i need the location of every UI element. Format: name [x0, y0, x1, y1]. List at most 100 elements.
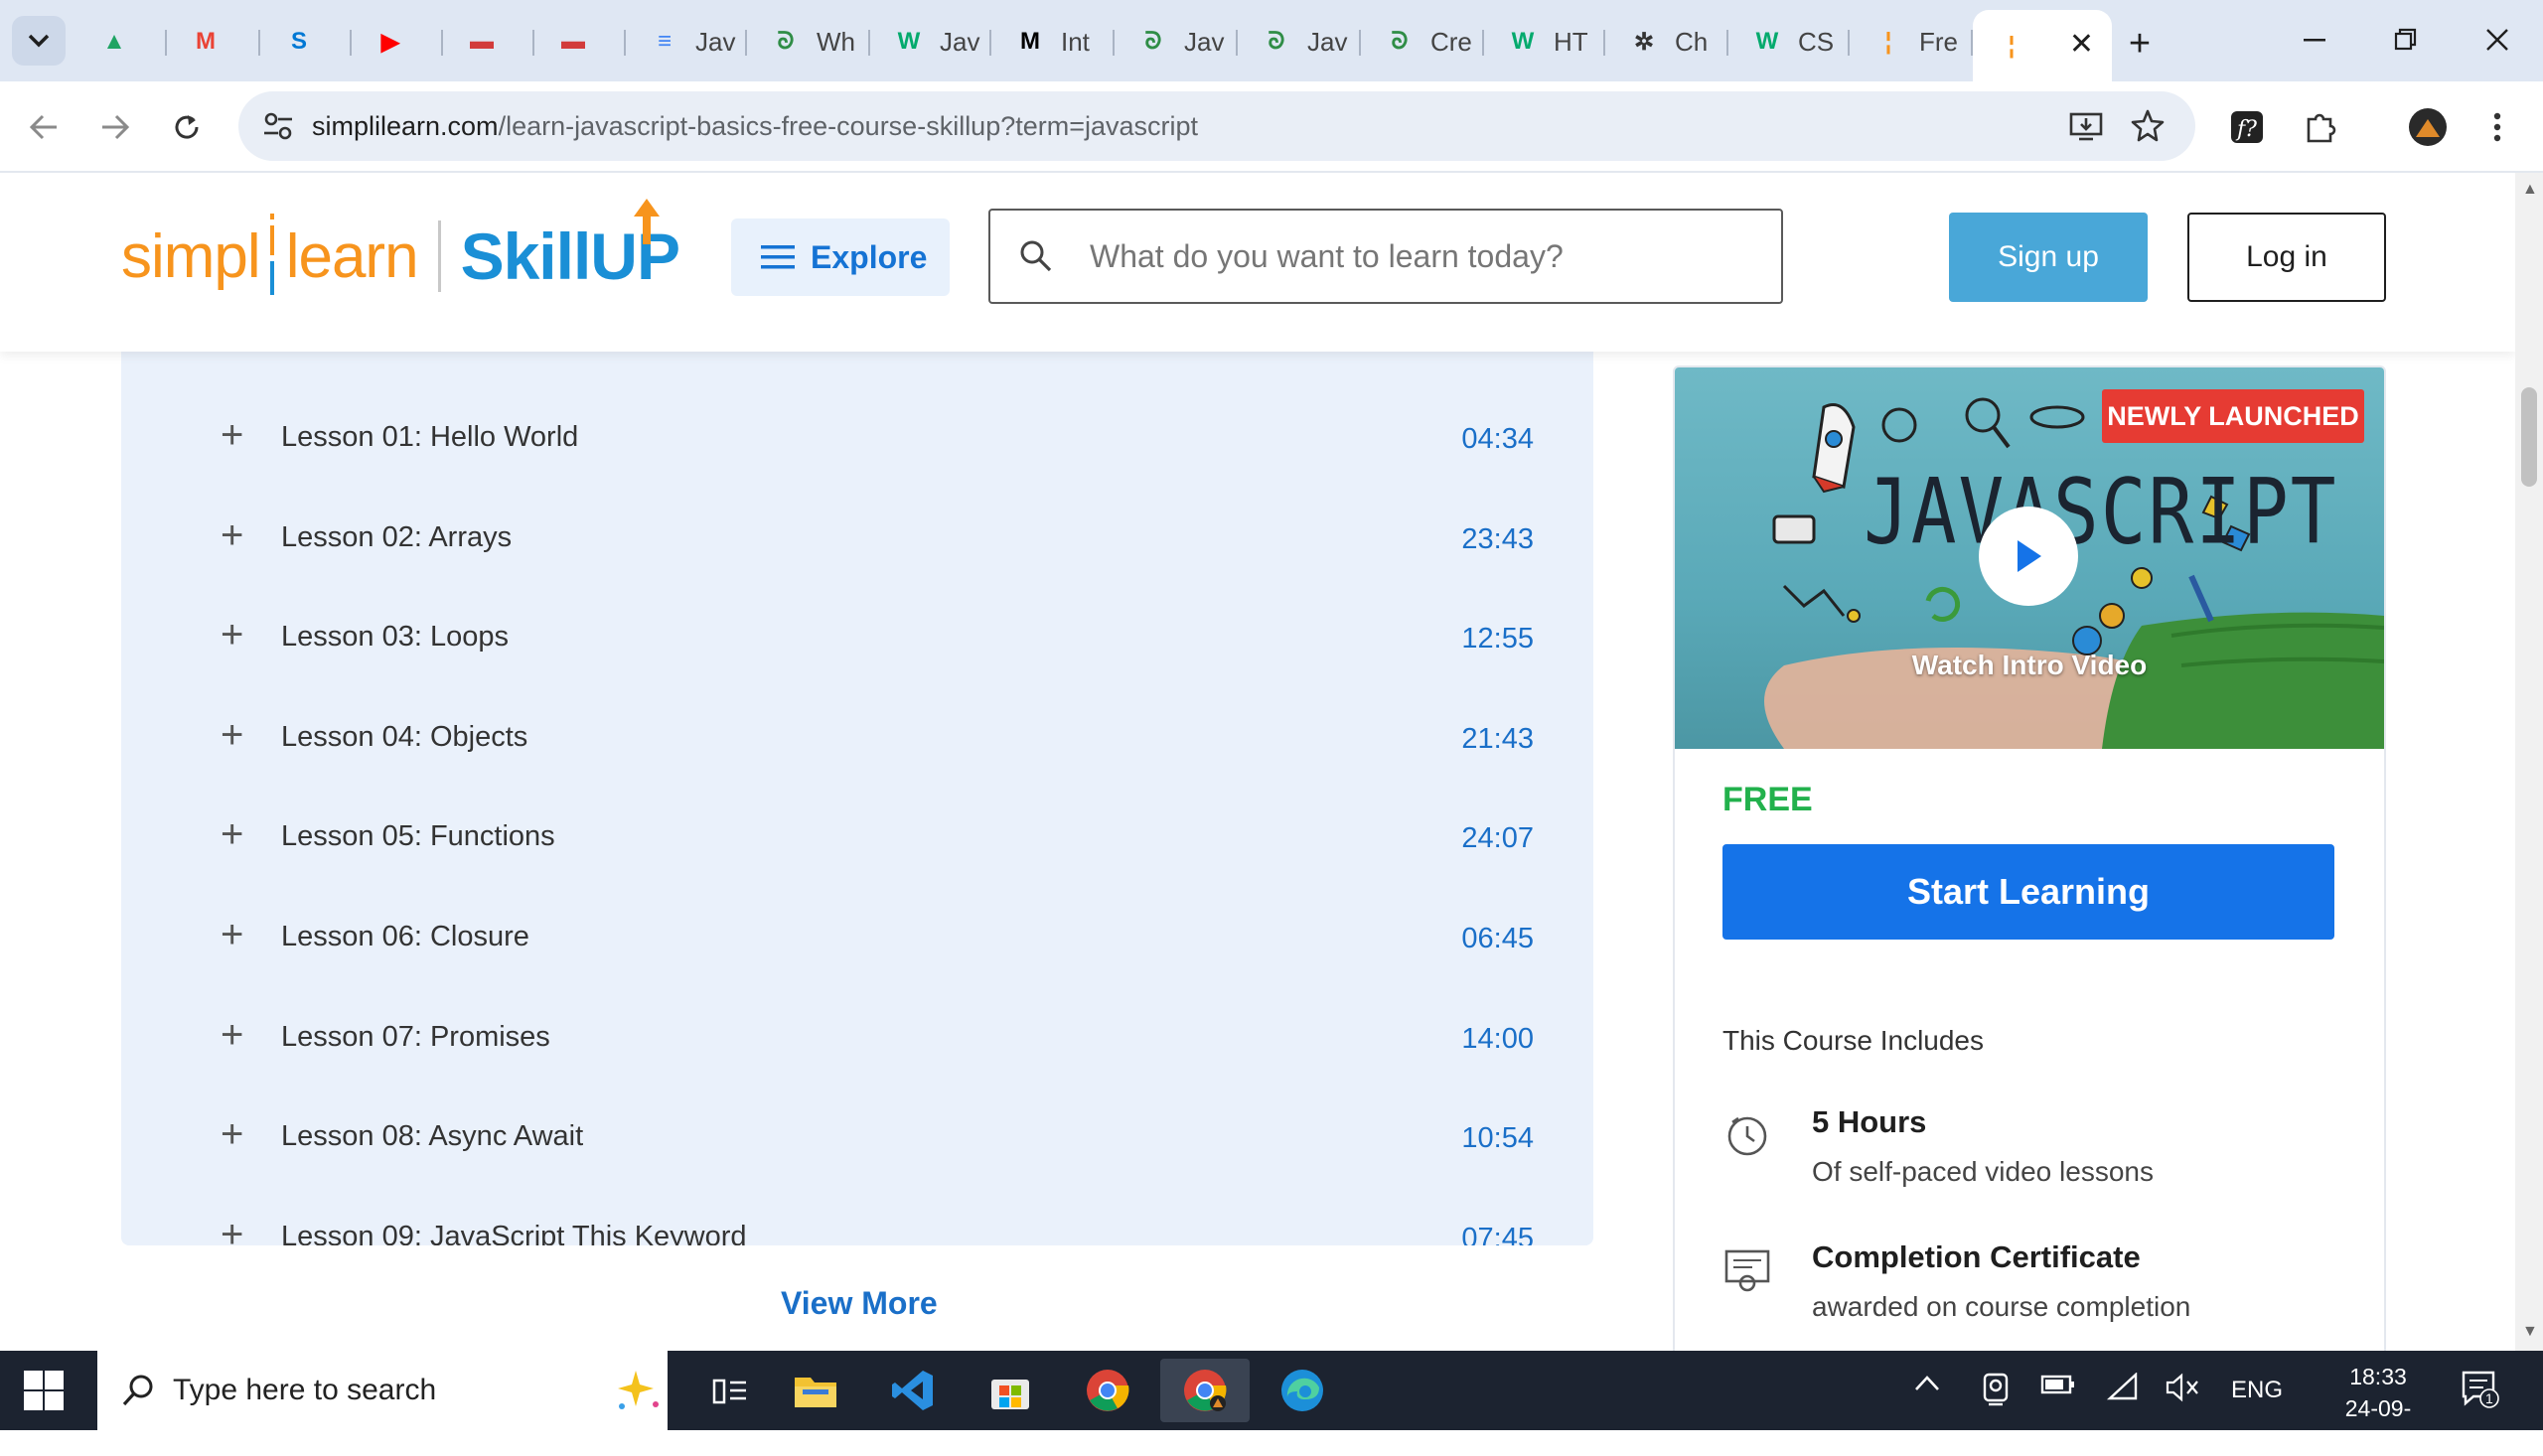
profile-avatar-button[interactable]: [2406, 105, 2450, 149]
lesson-title: Lesson 03: Loops: [281, 621, 509, 654]
network-status[interactable]: [2106, 1372, 2140, 1409]
new-tab-button[interactable]: +: [2116, 20, 2164, 68]
lesson-row[interactable]: + Lesson 05: Functions 24:07: [121, 806, 1593, 866]
expand-plus-icon[interactable]: +: [221, 1215, 243, 1245]
watch-intro-video-label[interactable]: Watch Intro Video: [1675, 650, 2384, 681]
reload-button[interactable]: [161, 101, 213, 153]
clock-time: 18:33: [2349, 1364, 2407, 1389]
tab-title: CS: [1798, 26, 1835, 57]
page-scrollbar[interactable]: ▲ ▼: [2515, 173, 2543, 1351]
lesson-title: Lesson 01: Hello World: [281, 421, 579, 453]
lesson-row[interactable]: + Lesson 04: Objects 21:43: [121, 707, 1593, 767]
site-info-icon[interactable]: [260, 108, 296, 144]
tab-title: HT: [1554, 26, 1588, 57]
edge-button[interactable]: [1258, 1359, 1347, 1422]
show-hidden-icons-button[interactable]: [1913, 1373, 1941, 1400]
signup-button[interactable]: Sign up: [1949, 213, 2148, 302]
bookmark-star-icon[interactable]: [2130, 108, 2166, 144]
expand-plus-icon[interactable]: +: [221, 915, 243, 954]
course-search-input[interactable]: What do you want to learn today?: [988, 209, 1783, 304]
browser-tab[interactable]: W CS: [1728, 14, 1850, 70]
notification-center-button[interactable]: 1: [2460, 1369, 2499, 1415]
expand-plus-icon[interactable]: +: [221, 1114, 243, 1154]
start-learning-button[interactable]: Start Learning: [1722, 844, 2334, 940]
view-more-link[interactable]: View More: [781, 1285, 938, 1322]
input-language[interactable]: ENG: [2231, 1377, 2283, 1404]
expand-plus-icon[interactable]: +: [221, 1015, 243, 1055]
volume-control[interactable]: [2166, 1373, 2201, 1409]
taskbar-search-placeholder: Type here to search: [173, 1374, 437, 1406]
url-text[interactable]: simplilearn.com/learn-javascript-basics-…: [312, 111, 1198, 142]
battery-status[interactable]: [2040, 1373, 2076, 1403]
task-view-button[interactable]: [685, 1359, 775, 1422]
browser-tab[interactable]: S: [260, 14, 352, 70]
browser-toolbar: simplilearn.com/learn-javascript-basics-…: [0, 81, 2543, 173]
address-bar[interactable]: simplilearn.com/learn-javascript-basics-…: [238, 91, 2195, 161]
browser-tab[interactable]: ᘐ Jav: [1238, 14, 1361, 70]
forward-button[interactable]: [89, 101, 141, 153]
browser-tab[interactable]: ¦ ✕: [1973, 10, 2112, 81]
intro-video-thumbnail[interactable]: JAVASCRIPT NEWLY LAUNCHED Watch Intro Vi…: [1675, 367, 2384, 749]
browser-tab[interactable]: ¦ Fre: [1850, 14, 1973, 70]
microsoft-store-button[interactable]: [966, 1359, 1055, 1422]
lesson-row[interactable]: + Lesson 02: Arrays 23:43: [121, 508, 1593, 567]
windows-start-icon[interactable]: [22, 1369, 66, 1412]
install-app-icon[interactable]: [2068, 108, 2104, 144]
taskbar-search-box[interactable]: Type here to search: [97, 1351, 668, 1430]
browser-tab[interactable]: ✲ Ch: [1605, 14, 1728, 70]
lesson-duration: 23:43: [1461, 522, 1534, 555]
browser-tab[interactable]: ▶: [352, 14, 443, 70]
simplilearn-skillup-logo[interactable]: simpl learn SkillUP: [121, 199, 680, 306]
site-icon: ▬: [561, 28, 585, 55]
restore-button[interactable]: [2370, 12, 2442, 68]
browser-menu-button[interactable]: [2475, 105, 2519, 149]
expand-plus-icon[interactable]: +: [221, 415, 243, 455]
browser-tab[interactable]: ᘐ Jav: [1115, 14, 1238, 70]
play-button[interactable]: [1979, 507, 2078, 606]
scrollbar-thumb[interactable]: [2521, 387, 2537, 487]
price-label: FREE: [1722, 781, 1813, 818]
course-includes-heading: This Course Includes: [1722, 1025, 1985, 1056]
lesson-row[interactable]: + Lesson 07: Promises 14:00: [121, 1007, 1593, 1067]
extensions-button[interactable]: [2299, 105, 2342, 149]
browser-tab[interactable]: ᘐ Cre: [1361, 14, 1484, 70]
close-tab-icon[interactable]: ✕: [2069, 30, 2094, 60]
file-explorer-button[interactable]: [771, 1359, 860, 1422]
expand-plus-icon[interactable]: +: [221, 715, 243, 755]
browser-tab[interactable]: W HT: [1484, 14, 1605, 70]
vscode-button[interactable]: [868, 1359, 958, 1422]
lesson-row[interactable]: + Lesson 06: Closure 06:45: [121, 907, 1593, 966]
browser-tab[interactable]: ≡ Jav: [626, 14, 747, 70]
browser-tab[interactable]: ▲: [75, 14, 167, 70]
browser-tab[interactable]: ▬: [443, 14, 534, 70]
expand-plus-icon[interactable]: +: [221, 615, 243, 655]
system-clock[interactable]: 18:33 24-09-2024: [2328, 1361, 2428, 1456]
scroll-down-arrow-icon[interactable]: ▼: [2522, 1324, 2538, 1340]
browser-tab[interactable]: ᘐ Wh: [747, 14, 870, 70]
formula-extension-button[interactable]: f?: [2225, 105, 2269, 149]
browser-tab[interactable]: ▬: [534, 14, 626, 70]
chrome-button[interactable]: [1063, 1359, 1152, 1422]
tab-search-button[interactable]: [12, 16, 66, 66]
lesson-row[interactable]: + Lesson 09: JavaScript This Keyword 07:45: [121, 1207, 1593, 1245]
restore-icon: [2394, 28, 2417, 51]
login-button[interactable]: Log in: [2187, 213, 2386, 302]
expand-plus-icon[interactable]: +: [221, 814, 243, 854]
expand-plus-icon[interactable]: +: [221, 515, 243, 555]
close-window-button[interactable]: [2462, 12, 2533, 68]
scroll-up-arrow-icon[interactable]: ▲: [2522, 182, 2538, 198]
meet-now-button[interactable]: [1981, 1373, 2011, 1413]
tab-title: Fre: [1919, 26, 1958, 57]
lesson-duration: 21:43: [1461, 722, 1534, 755]
explore-button[interactable]: Explore: [731, 218, 950, 296]
lesson-row[interactable]: + Lesson 03: Loops 12:55: [121, 607, 1593, 666]
browser-tab[interactable]: M: [167, 14, 260, 70]
browser-tab[interactable]: W Jav: [870, 14, 991, 70]
lesson-row[interactable]: + Lesson 08: Async Await 10:54: [121, 1106, 1593, 1166]
minimize-button[interactable]: [2279, 12, 2350, 68]
browser-tab[interactable]: M Int: [991, 14, 1115, 70]
back-button[interactable]: [18, 101, 70, 153]
lesson-row[interactable]: + Lesson 01: Hello World 04:34: [121, 407, 1593, 467]
chrome-profile-button[interactable]: [1160, 1359, 1250, 1422]
clock-icon: [1727, 1116, 1767, 1156]
